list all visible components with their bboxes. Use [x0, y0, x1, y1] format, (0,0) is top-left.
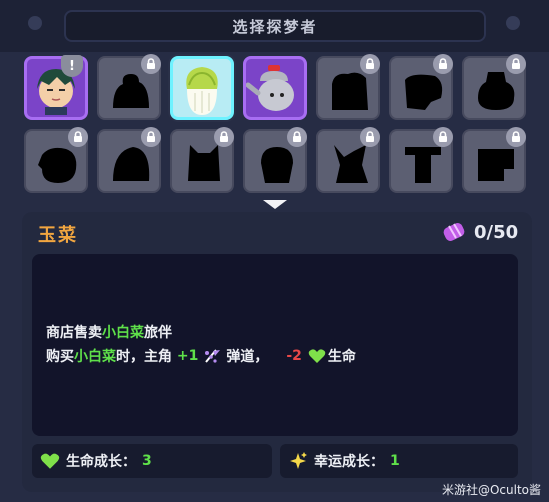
- lock-icon: [214, 127, 234, 147]
- desc-text: 生命: [327, 349, 356, 365]
- character-card-locked[interactable]: [389, 127, 453, 193]
- bonus-value: +1: [176, 348, 199, 364]
- silhouette-icon: [113, 74, 149, 108]
- silhouette-icon: [478, 72, 515, 110]
- sparkle-icon: [290, 452, 307, 469]
- silhouette-icon: [405, 147, 441, 183]
- character-card-locked[interactable]: [97, 54, 161, 120]
- desc-highlight: 小白菜: [74, 349, 116, 365]
- silhouette-icon: [332, 72, 368, 110]
- silhouette-icon: [478, 149, 514, 181]
- character-card-locked[interactable]: [316, 54, 380, 120]
- top-bar: 选择探梦者: [0, 0, 549, 52]
- selection-caret-icon: [263, 200, 287, 209]
- lock-icon: [141, 127, 161, 147]
- decor-dot-right: [506, 16, 520, 30]
- kettle-portrait: [245, 65, 294, 111]
- character-card-locked[interactable]: [462, 127, 526, 193]
- unlock-progress: 0/50: [440, 220, 518, 244]
- progress-count: 0/50: [474, 221, 519, 243]
- stat-label: 幸运成长：: [314, 454, 384, 470]
- character-card-kettle[interactable]: [243, 56, 307, 120]
- desc-text: 时，主角: [116, 349, 177, 365]
- character-card-locked[interactable]: [462, 54, 526, 120]
- desc-text: 弹道，: [226, 349, 269, 365]
- desc-text: 商店售卖: [46, 325, 102, 341]
- green-heart-icon: [308, 349, 326, 363]
- character-card-locked[interactable]: [243, 127, 307, 193]
- silhouette-icon: [38, 147, 77, 183]
- lock-icon: [433, 127, 453, 147]
- character-card-locked[interactable]: [389, 54, 453, 120]
- desc-text: 购买: [46, 349, 74, 365]
- lock-icon: [141, 54, 161, 74]
- lock-icon: [360, 54, 380, 74]
- stat-value: 1: [390, 453, 400, 469]
- green-heart-icon: [40, 453, 60, 469]
- character-card-locked[interactable]: [24, 127, 88, 193]
- lock-icon: [433, 54, 453, 74]
- stat-luck-growth: 幸运成长： 1: [280, 444, 518, 478]
- character-card-locked[interactable]: [170, 127, 234, 193]
- decor-dot-left: [28, 16, 42, 30]
- desc-text: 旅伴: [144, 325, 172, 341]
- trajectory-icon: [205, 349, 221, 363]
- silhouette-icon: [261, 147, 293, 183]
- desc-highlight: 小白菜: [102, 325, 144, 341]
- character-name: 玉菜: [38, 225, 78, 246]
- silhouette-icon: [405, 74, 443, 110]
- penalty-value: -2: [286, 348, 302, 364]
- description-line-2: 购买 小白菜 时，主角 +1 弹道， -2 生命: [46, 346, 356, 366]
- stat-life-growth: 生命成长： 3: [32, 444, 272, 478]
- description-line-1: 商店售卖 小白菜 旅伴: [46, 322, 172, 342]
- lock-icon: [506, 54, 526, 74]
- lock-icon: [287, 127, 307, 147]
- character-card-dreamer[interactable]: !: [24, 55, 88, 120]
- character-card-yucai[interactable]: [170, 56, 234, 120]
- stat-value: 3: [142, 453, 152, 469]
- yucai-portrait: [186, 67, 218, 115]
- screen-title: 选择探梦者: [64, 10, 486, 42]
- lock-icon: [68, 127, 88, 147]
- crystal-icon: [443, 223, 465, 241]
- silhouette-icon: [113, 147, 150, 181]
- lock-icon: [360, 127, 380, 147]
- stat-label: 生命成长：: [66, 454, 136, 470]
- description-box: [32, 254, 518, 436]
- alert-badge: !: [61, 55, 83, 77]
- lock-icon: [506, 127, 526, 147]
- watermark: 米游社@Oculto酱: [441, 483, 541, 497]
- silhouette-icon: [188, 145, 220, 181]
- character-card-locked[interactable]: [97, 127, 161, 193]
- silhouette-icon: [334, 145, 368, 183]
- character-grid: !: [24, 54, 534, 193]
- character-card-locked[interactable]: [316, 127, 380, 193]
